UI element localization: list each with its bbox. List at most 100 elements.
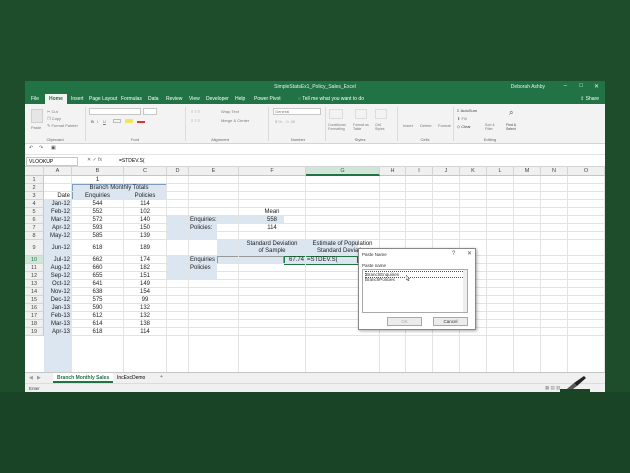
column-header-o[interactable]: O <box>568 167 605 176</box>
column-header-l[interactable]: L <box>487 167 514 176</box>
row-header[interactable]: 18 <box>25 320 44 328</box>
row-header[interactable]: 17 <box>25 312 44 320</box>
add-sheet-icon[interactable]: + <box>160 374 163 380</box>
cell-b1[interactable]: 1 <box>73 177 122 183</box>
cell-stdev-policies-label[interactable]: Policies <box>190 265 237 271</box>
row-header[interactable]: 12 <box>25 272 44 280</box>
cell-enquiries[interactable]: 618 <box>73 329 122 335</box>
font-name-box[interactable] <box>89 108 141 115</box>
cell-policies[interactable]: 139 <box>125 233 165 239</box>
cell-policies[interactable]: 149 <box>125 281 165 287</box>
row-header[interactable]: 13 <box>25 280 44 288</box>
row-header[interactable]: 8 <box>25 232 44 240</box>
cell-enquiries-header[interactable]: Enquiries <box>73 193 122 199</box>
cell-stdev-enquiries-label[interactable]: Enquiries <box>190 257 237 263</box>
spreadsheet-grid[interactable]: A B C D E F G H I J K L M N O 1 2 3 4 5 6 7 8 9 10 11 12 13 14 15 16 17… <box>25 167 605 372</box>
list-scrollbar[interactable] <box>463 270 467 312</box>
close-icon[interactable]: ✕ <box>594 83 599 90</box>
row-header[interactable]: 14 <box>25 288 44 296</box>
cell-enquiries[interactable]: 575 <box>73 297 122 303</box>
cell-date[interactable]: Mar-13 <box>45 321 70 327</box>
row-header[interactable]: 3 <box>25 192 44 200</box>
tab-home[interactable]: Home <box>45 94 67 104</box>
tab-insert[interactable]: Insert <box>71 96 84 102</box>
cell-policies[interactable]: 174 <box>125 257 165 263</box>
column-header-a[interactable]: A <box>44 167 72 176</box>
cell-date[interactable]: Aug-12 <box>45 265 70 271</box>
cell-policies[interactable]: 182 <box>125 265 165 271</box>
cell-enquiries[interactable]: 618 <box>73 245 122 251</box>
cancel-button[interactable]: Cancel <box>433 317 468 326</box>
undo-icon[interactable]: ↶ <box>29 145 33 151</box>
cell-branch-header[interactable]: Branch Monthly Totals <box>73 185 165 191</box>
cell-enquiries[interactable]: 572 <box>73 217 122 223</box>
row-header[interactable]: 16 <box>25 304 44 312</box>
cell-date[interactable]: Jan-13 <box>45 305 70 311</box>
view-icons[interactable]: ▦ ▤ ▥ <box>545 385 560 391</box>
align-icons-row2[interactable]: ≡ ≡ ≡ <box>191 118 200 123</box>
cell-date[interactable]: Mar-12 <box>45 217 70 223</box>
cell-date[interactable]: Jul-12 <box>45 257 70 263</box>
tab-help[interactable]: Help <box>235 96 245 102</box>
tab-developer[interactable]: Developer <box>206 96 229 102</box>
column-header-g[interactable]: G <box>306 167 380 176</box>
paste-button[interactable]: Paste <box>31 125 41 130</box>
cell-enquiries[interactable]: 655 <box>73 273 122 279</box>
cell-enquiries[interactable]: 593 <box>73 225 122 231</box>
column-header-n[interactable]: N <box>541 167 568 176</box>
tab-file[interactable]: File <box>31 96 39 102</box>
cell-enquiries[interactable]: 660 <box>73 265 122 271</box>
cell-policies[interactable]: 154 <box>125 289 165 295</box>
cell-policies[interactable]: 132 <box>125 305 165 311</box>
cell-date[interactable]: Oct-12 <box>45 281 70 287</box>
cell-mean-enquiries-label[interactable]: Enquiries: <box>190 217 237 223</box>
cell-date[interactable]: Nov-12 <box>45 289 70 295</box>
font-color-icon[interactable] <box>137 119 145 123</box>
italic-button[interactable]: I <box>97 119 98 124</box>
cell-date[interactable]: Apr-13 <box>45 329 70 335</box>
name-box[interactable]: VLOOKUP <box>26 157 78 166</box>
formula-input[interactable]: =STDEV.S( <box>119 158 145 164</box>
cell-policies[interactable]: 114 <box>125 201 165 207</box>
underline-button[interactable]: U <box>103 119 106 124</box>
column-header-i[interactable]: I <box>406 167 433 176</box>
cell-mean-enquiries-value[interactable]: 558 <box>240 217 304 223</box>
list-item-branch-policies[interactable]: BranchPolicies <box>365 277 395 282</box>
bold-button[interactable]: B <box>91 119 94 124</box>
cell-date[interactable]: Apr-12 <box>45 225 70 231</box>
cell-date[interactable]: May-12 <box>45 233 70 239</box>
cell-policies[interactable]: 140 <box>125 217 165 223</box>
cell-enquiries[interactable]: 662 <box>73 257 122 263</box>
cell-policies[interactable]: 150 <box>125 225 165 231</box>
formula-bar-icons[interactable]: ✕ ✓ fx <box>87 157 102 163</box>
cell-enquiries[interactable]: 544 <box>73 201 122 207</box>
cell-date[interactable]: Feb-12 <box>45 209 70 215</box>
cell-stdev-enquiries-sample[interactable]: 67.74 <box>240 257 304 263</box>
row-header[interactable]: 9 <box>25 240 44 256</box>
cell-mean-label[interactable]: Mean <box>240 209 304 215</box>
number-format-icons[interactable]: $ % , .0 .00 <box>275 119 295 124</box>
row-header[interactable]: 4 <box>25 200 44 208</box>
tab-page-layout[interactable]: Page Layout <box>89 96 117 102</box>
cell-mean-policies-value[interactable]: 114 <box>240 225 304 231</box>
column-header-b[interactable]: B <box>72 167 124 176</box>
row-header[interactable]: 7 <box>25 224 44 232</box>
cell-policies[interactable]: 114 <box>125 329 165 335</box>
copy-button[interactable]: ❐ Copy <box>47 116 61 121</box>
sheet-nav-right-icon[interactable]: ▶ <box>37 375 41 381</box>
clear-button[interactable]: ◇ Clear <box>457 124 471 129</box>
ok-button[interactable]: OK <box>387 317 422 326</box>
column-header-j[interactable]: J <box>433 167 460 176</box>
share-button[interactable]: ⇪ Share <box>580 96 599 102</box>
cell-styles-button[interactable]: Cell Styles <box>375 123 389 131</box>
row-header[interactable]: 6 <box>25 216 44 224</box>
cell-policies[interactable]: 99 <box>125 297 165 303</box>
row-header[interactable]: 19 <box>25 328 44 336</box>
format-as-table-button[interactable]: Format as Table <box>353 123 369 131</box>
name-list[interactable]: BranchEnquiries BranchPolicies <box>362 269 468 313</box>
cell-enquiries[interactable]: 552 <box>73 209 122 215</box>
format-painter-button[interactable]: ✎ Format Painter <box>47 123 78 128</box>
cell-enquiries[interactable]: 638 <box>73 289 122 295</box>
autosum-button[interactable]: Σ AutoSum <box>457 108 477 113</box>
column-header-e[interactable]: E <box>189 167 239 176</box>
